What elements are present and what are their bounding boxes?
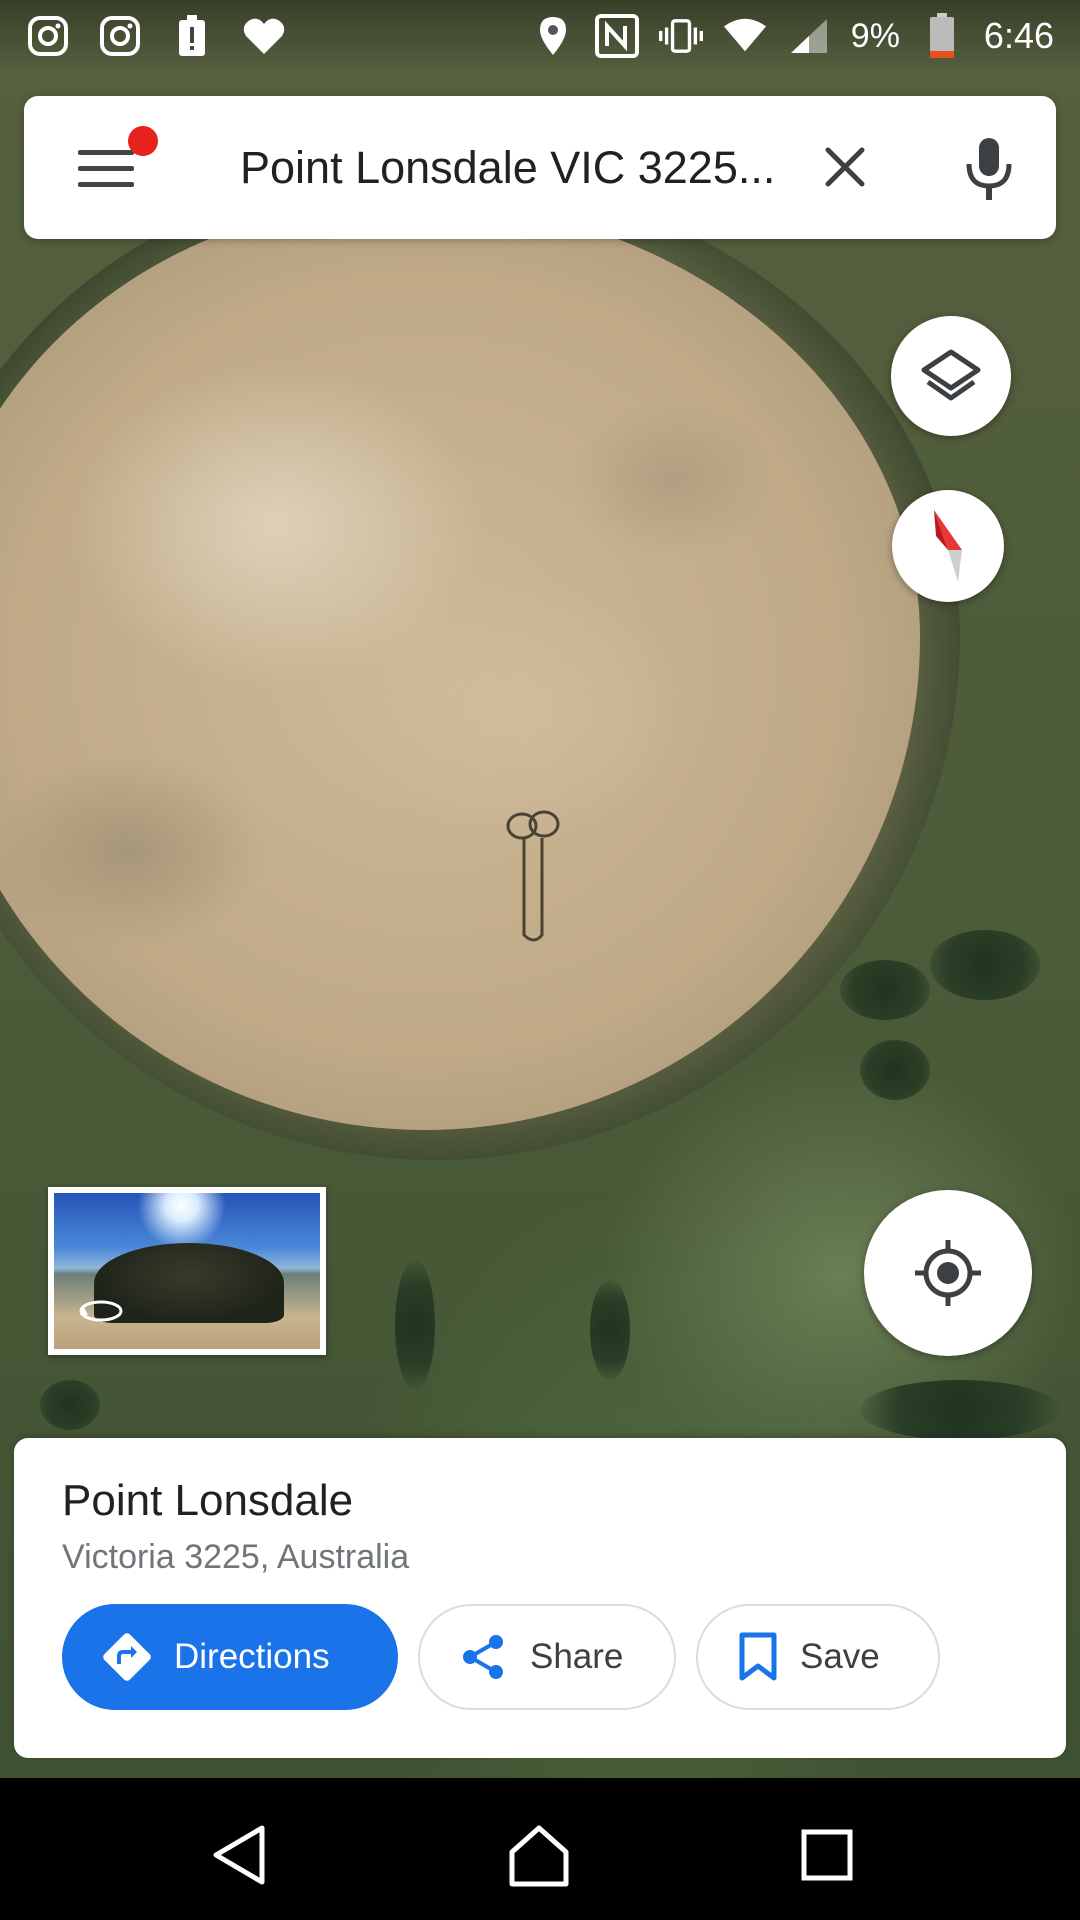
- vibrate-icon: [658, 14, 703, 58]
- directions-label: Directions: [174, 1637, 330, 1676]
- heart-icon: [242, 14, 286, 58]
- tree: [395, 1260, 435, 1390]
- search-input[interactable]: Point Lonsdale VIC 3225...: [240, 138, 800, 198]
- save-button[interactable]: Save: [696, 1604, 940, 1710]
- directions-button[interactable]: Directions: [62, 1604, 398, 1710]
- layers-button[interactable]: [891, 316, 1011, 436]
- mic-icon: [966, 138, 1012, 200]
- back-icon: [213, 1825, 265, 1885]
- clear-search-button[interactable]: [814, 136, 876, 198]
- clock: 6:46: [983, 15, 1054, 56]
- nfc-icon: [594, 14, 639, 58]
- action-chips: Directions Share Save: [62, 1604, 940, 1710]
- share-icon: [463, 1635, 503, 1679]
- recent-apps-button[interactable]: [792, 1820, 862, 1890]
- place-address: Victoria 3225, Australia: [62, 1538, 410, 1576]
- wifi-icon: [723, 14, 767, 58]
- compass-icon: [934, 510, 962, 582]
- street-view-thumbnail[interactable]: [48, 1187, 326, 1355]
- location-pin-icon: [531, 14, 575, 58]
- battery-percent: 9%: [850, 16, 900, 55]
- place-name: Point Lonsdale: [62, 1476, 354, 1525]
- instagram-icon: [26, 14, 70, 58]
- instagram-icon: [98, 14, 142, 58]
- directions-icon: [103, 1633, 151, 1681]
- save-label: Save: [800, 1637, 880, 1676]
- voice-search-button[interactable]: [959, 134, 1019, 204]
- share-label: Share: [530, 1637, 624, 1676]
- status-bar: 9% 6:46: [0, 0, 1080, 72]
- street-view-image: [54, 1193, 320, 1349]
- bookmark-icon: [739, 1632, 777, 1681]
- alert-icon: [170, 14, 214, 58]
- place-card[interactable]: Point Lonsdale Victoria 3225, Australia …: [14, 1438, 1066, 1758]
- tree: [860, 1380, 1060, 1440]
- menu-button[interactable]: [78, 126, 158, 198]
- share-button[interactable]: Share: [418, 1604, 676, 1710]
- layers-icon: [921, 349, 981, 401]
- rotate-360-icon: [79, 1300, 123, 1322]
- tree: [930, 930, 1040, 1000]
- tree: [860, 1040, 930, 1100]
- close-icon: [825, 147, 865, 187]
- my-location-button[interactable]: [864, 1190, 1032, 1356]
- my-location-icon: [915, 1240, 981, 1306]
- battery-icon: [920, 13, 964, 58]
- search-bar[interactable]: Point Lonsdale VIC 3225...: [24, 96, 1056, 239]
- tree: [590, 1280, 630, 1380]
- notification-dot: [128, 126, 158, 156]
- ground-drawing: [506, 810, 560, 942]
- home-icon: [509, 1825, 569, 1887]
- system-nav-bar: [0, 1778, 1080, 1920]
- tree: [840, 960, 930, 1020]
- compass-button[interactable]: [892, 490, 1004, 602]
- recent-apps-icon: [801, 1829, 853, 1881]
- back-button[interactable]: [206, 1820, 276, 1890]
- signal-icon: [787, 14, 831, 58]
- tree: [40, 1380, 100, 1430]
- home-button[interactable]: [504, 1820, 574, 1890]
